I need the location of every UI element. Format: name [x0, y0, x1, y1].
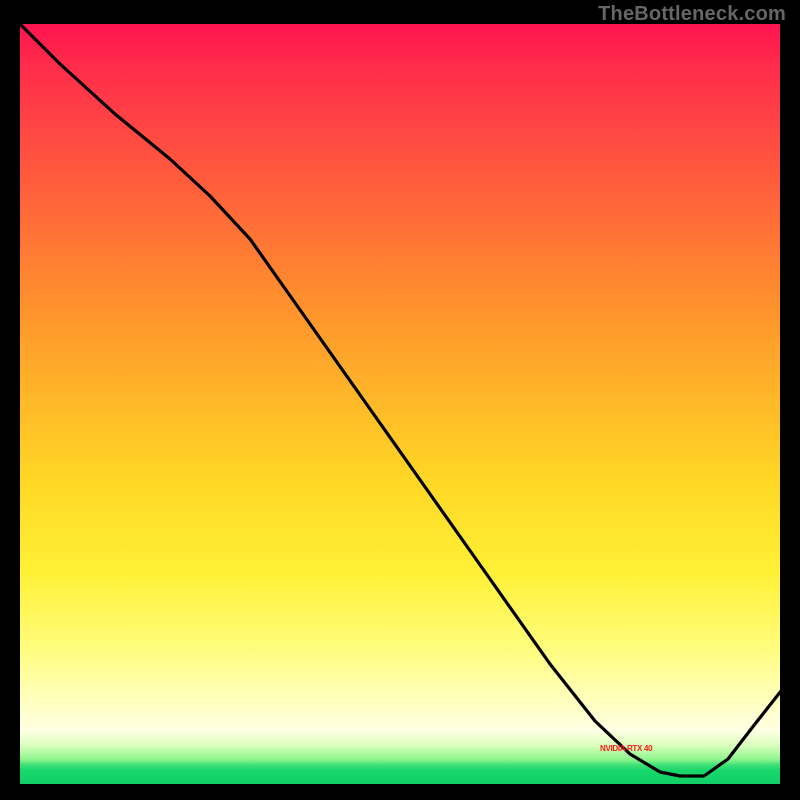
chart-container: TheBottleneck.com NVIDIA RTX 40: [0, 0, 800, 800]
plot-area: NVIDIA RTX 40: [20, 24, 780, 784]
line-series: [20, 24, 780, 784]
bottleneck-curve-path: [20, 24, 780, 776]
watermark-text: TheBottleneck.com: [598, 3, 786, 26]
annotation-label: NVIDIA RTX 40: [600, 744, 652, 753]
